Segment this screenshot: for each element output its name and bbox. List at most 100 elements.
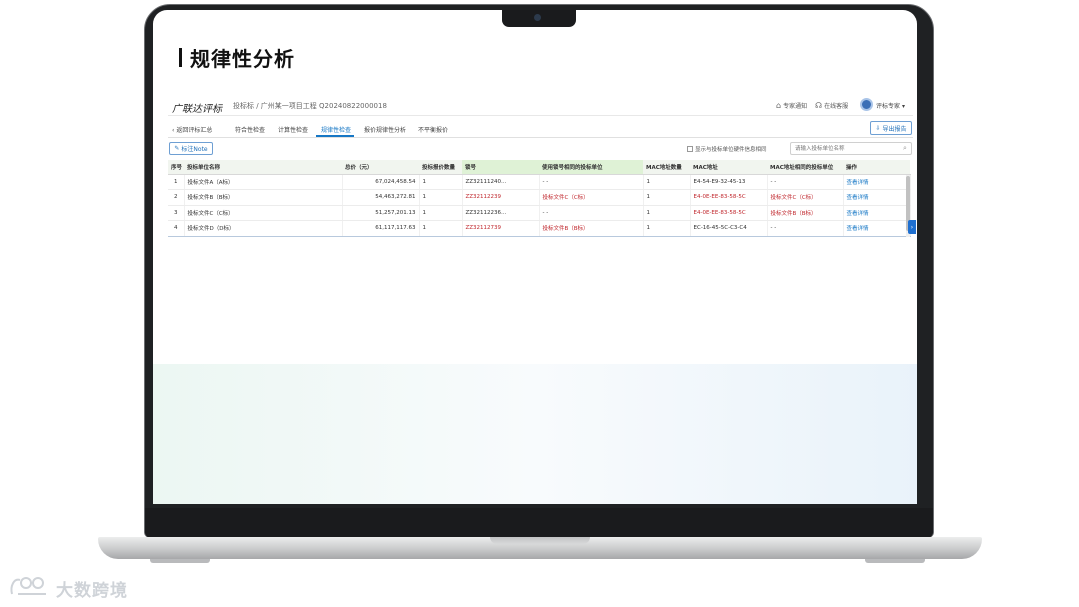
table-row: 2 投标文件B（B标） 54,463,272.81 1 ZZ32112239 投… bbox=[168, 189, 911, 206]
home-icon: ⌂ bbox=[776, 101, 782, 110]
row-index: 1 bbox=[168, 174, 185, 190]
regularity-table: 序号 投标单位名称 总价（元） 投标报价数量 锁号 使用锁号相同的投标单位 MA… bbox=[168, 160, 911, 237]
bid-count: 1 bbox=[419, 174, 463, 190]
lock-number: ZZ32111240… bbox=[462, 174, 540, 190]
support-label: 在线客服 bbox=[824, 103, 849, 110]
laptop-screen bbox=[153, 10, 917, 504]
view-details-link[interactable]: 查看详情 bbox=[843, 189, 911, 206]
table-row: 3 投标文件C（C标） 51,257,201.13 1 ZZ32112236… … bbox=[168, 205, 911, 221]
support-link[interactable]: ☊ 在线客服 bbox=[815, 101, 848, 110]
row-index: 2 bbox=[168, 189, 185, 206]
column-header[interactable]: MAC地址数量 bbox=[643, 160, 690, 175]
chevron-down-icon: ▾ bbox=[901, 103, 905, 110]
column-header[interactable]: 锁号 bbox=[462, 160, 539, 175]
edit-icon: ✎ bbox=[174, 145, 180, 152]
same-hardware-filter[interactable]: 显示与投标单位硬件信息相同 bbox=[687, 145, 767, 153]
table-row: 4 投标文件D（D标） 61,117,117.63 1 ZZ32112739 投… bbox=[168, 220, 911, 237]
chevron-left-icon: ‹ bbox=[172, 127, 175, 134]
total-price: 61,117,117.63 bbox=[342, 220, 420, 237]
user-menu[interactable]: 评标专家 ▾ bbox=[876, 101, 905, 110]
chevron-right-icon: › bbox=[910, 223, 914, 231]
avatar[interactable] bbox=[860, 98, 873, 111]
stage: 规律性分析 广联达评标 投标标 / 广州某一项目工程 Q202408220000… bbox=[0, 0, 1079, 607]
mac-address: EC-16-45-5C-C3-C4 bbox=[690, 220, 768, 237]
tab-unbalanced[interactable]: 不平衡报价 bbox=[418, 125, 448, 134]
column-header[interactable]: MAC地址相同的投标单位 bbox=[767, 160, 843, 175]
headset-icon: ☊ bbox=[815, 101, 823, 110]
user-name: 评标专家 bbox=[876, 103, 901, 110]
mac-count: 1 bbox=[643, 174, 691, 190]
export-icon: ⇩ bbox=[875, 124, 881, 132]
screen-haze bbox=[153, 364, 917, 504]
mac-count: 1 bbox=[643, 205, 691, 221]
base-notch bbox=[490, 537, 590, 544]
lock-number: ZZ32112739 bbox=[462, 220, 540, 237]
tab-regularity[interactable]: 规律性检查 bbox=[321, 125, 351, 134]
tab-price-regularity[interactable]: 报价规律性分析 bbox=[364, 125, 406, 134]
laptop-foot bbox=[865, 559, 925, 563]
bid-count: 1 bbox=[419, 220, 463, 237]
same-mac-bidder: - - bbox=[767, 220, 844, 237]
page-title: 规律性分析 bbox=[190, 47, 295, 71]
watermark-logo-icon bbox=[10, 577, 46, 595]
mac-address: E4-54-E9-32-45-13 bbox=[690, 174, 768, 190]
same-lock-bidder: 投标文件C（C标） bbox=[539, 189, 644, 206]
tab-calculation[interactable]: 计算性检查 bbox=[278, 125, 308, 134]
column-header[interactable]: 总价（元） bbox=[342, 160, 419, 175]
search-input[interactable] bbox=[790, 142, 912, 155]
column-header[interactable]: 使用锁号相同的投标单位 bbox=[539, 160, 643, 175]
bid-count: 1 bbox=[419, 205, 463, 221]
total-price: 51,257,201.13 bbox=[342, 205, 420, 221]
back-label: 返回评标汇总 bbox=[176, 127, 213, 134]
table-row: 1 投标文件A（A标） 67,024,458.54 1 ZZ32111240… … bbox=[168, 174, 911, 190]
laptop-foot bbox=[150, 559, 210, 563]
notice-label: 专家通知 bbox=[783, 103, 808, 110]
export-report-button[interactable]: ⇩ 导出报告 bbox=[870, 121, 912, 135]
column-header[interactable]: 投标单位名称 bbox=[184, 160, 342, 175]
header-divider bbox=[168, 115, 913, 116]
same-mac-bidder: 投标文件C（C标） bbox=[767, 189, 844, 206]
column-header[interactable]: 投标报价数量 bbox=[419, 160, 462, 175]
title-accent-bar bbox=[179, 48, 182, 67]
camera-icon bbox=[534, 14, 541, 21]
view-details-link[interactable]: 查看详情 bbox=[843, 220, 911, 237]
mac-address: E4-0E-EE-83-58-5C bbox=[690, 205, 768, 221]
column-header[interactable]: MAC地址 bbox=[690, 160, 767, 175]
view-details-link[interactable]: 查看详情 bbox=[843, 174, 911, 190]
total-price: 67,024,458.54 bbox=[342, 174, 420, 190]
mac-count: 1 bbox=[643, 189, 691, 206]
app-title: 广联达评标 bbox=[172, 104, 222, 115]
same-mac-bidder: - - bbox=[767, 174, 844, 190]
tab-compliance[interactable]: 符合性检查 bbox=[235, 125, 265, 134]
lock-number: ZZ32112236… bbox=[462, 205, 540, 221]
view-details-link[interactable]: 查看详情 bbox=[843, 205, 911, 221]
table-header-row: 序号 投标单位名称 总价（元） 投标报价数量 锁号 使用锁号相同的投标单位 MA… bbox=[168, 160, 910, 175]
total-price: 54,463,272.81 bbox=[342, 189, 420, 206]
same-mac-bidder: 投标文件B（B标） bbox=[767, 205, 844, 221]
checkbox-label: 显示与投标单位硬件信息相同 bbox=[695, 147, 767, 153]
search-icon[interactable]: ⌕ bbox=[903, 144, 907, 153]
tabs-divider bbox=[168, 137, 913, 138]
screen-bezel bbox=[145, 508, 933, 538]
lock-number: ZZ32112239 bbox=[462, 189, 540, 206]
same-lock-bidder: - - bbox=[539, 205, 644, 221]
bidder-name: 投标文件A（A标） bbox=[184, 174, 343, 190]
mac-address: E4-0E-EE-83-58-5C bbox=[690, 189, 768, 206]
column-header: 操作 bbox=[843, 160, 910, 175]
export-label: 导出报告 bbox=[882, 125, 907, 133]
same-lock-bidder: 投标文件B（B标） bbox=[539, 220, 644, 237]
watermark-text: 大数跨境 bbox=[56, 581, 128, 601]
bidder-name: 投标文件B（B标） bbox=[184, 189, 343, 206]
label-note-button[interactable]: ✎ 标注Note bbox=[169, 142, 213, 155]
column-header: 序号 bbox=[168, 160, 184, 175]
mac-count: 1 bbox=[643, 220, 691, 237]
row-index: 4 bbox=[168, 220, 185, 237]
same-lock-bidder: - - bbox=[539, 174, 644, 190]
notice-link[interactable]: ⌂ 专家通知 bbox=[776, 101, 807, 110]
checkbox[interactable] bbox=[687, 146, 693, 152]
bidder-name: 投标文件D（D标） bbox=[184, 220, 343, 237]
row-index: 3 bbox=[168, 205, 185, 221]
side-panel-toggle[interactable]: › bbox=[908, 220, 916, 234]
breadcrumb[interactable]: 投标标 / 广州某一项目工程 Q20240822000018 bbox=[233, 101, 387, 111]
back-link[interactable]: ‹ 返回评标汇总 bbox=[172, 125, 212, 134]
